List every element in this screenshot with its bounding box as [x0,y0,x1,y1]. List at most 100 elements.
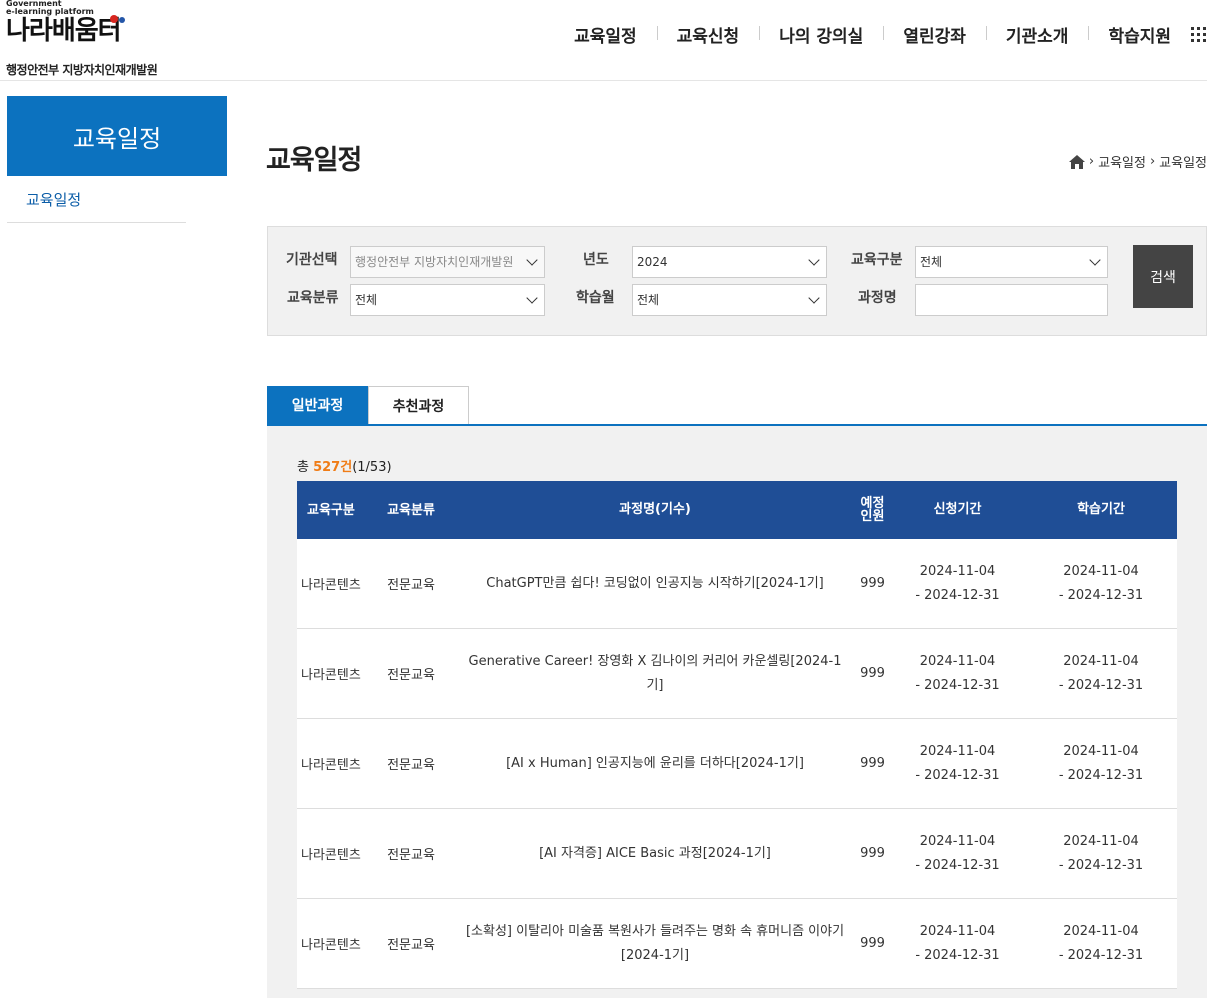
apply-end: - 2024-12-31 [915,677,1000,693]
chevron-right-icon: › [1088,154,1095,169]
page-title: 교육일정 [266,145,362,176]
cell-category: 전문교육 [387,578,435,593]
global-nav: 교육일정 교육신청 나의 강의실 열린강좌 기관소개 학습지원 [554,22,1207,47]
cell-category: 전문교육 [387,938,435,953]
edu-category-select[interactable]: 전체 [350,284,545,316]
cell-apply-period: 2024-11-04 - 2024-12-31 [890,899,1025,988]
gnb-item-about[interactable]: 기관소개 [985,22,1089,47]
table-row[interactable]: 나라콘텐츠 전문교육 [소확성] 이탈리아 미술품 복원사가 들려주는 명화 속… [297,899,1177,989]
table-row[interactable]: 나라콘텐츠 전문교육 Generative Career! 장영화 X 김나이의… [297,629,1177,719]
apply-start: 2024-11-04 [919,923,996,939]
breadcrumb-item-2[interactable]: 교육일정 [1159,152,1207,171]
col-header-course: 과정명(기수) [619,502,691,517]
gnb-item-schedule[interactable]: 교육일정 [554,22,657,47]
org-select-value: 행정안전부 지방자치인재개발원 [355,255,514,269]
cell-type: 나라콘텐츠 [301,938,361,953]
gnb-item-my-classroom[interactable]: 나의 강의실 [759,22,883,47]
tab-general-courses[interactable]: 일반과정 [267,386,368,424]
cell-study-period: 2024-11-04 - 2024-12-31 [1025,809,1177,898]
gnb-item-apply[interactable]: 교육신청 [656,22,760,47]
study-start: 2024-11-04 [1063,653,1139,669]
year-select[interactable]: 2024 [632,246,827,278]
count-total: 527건 [313,460,353,475]
apply-end: - 2024-12-31 [915,857,1000,873]
chevron-down-icon [808,292,820,304]
cell-category: 전문교육 [387,758,435,773]
edu-type-select[interactable]: 전체 [915,246,1108,278]
chevron-down-icon [1089,254,1101,266]
logo-subtitle: 행정안전부 지방자치인재개발원 [6,63,158,77]
col-header-apply-period: 신청기간 [933,502,982,517]
site-header: Government e-learning platform 나라배움터 행정안… [0,0,1207,81]
cell-course-link[interactable]: [소확성] 이탈리아 미술품 복원사가 들려주는 명화 속 휴머니즘 이야기[2… [455,899,855,988]
org-label: 기관선택 [286,252,338,268]
logo-red-dot [110,15,118,23]
study-end: - 2024-12-31 [1058,857,1144,873]
breadcrumb: › 교육일정 › 교육일정 [1068,152,1207,171]
cell-apply-period: 2024-11-04 - 2024-12-31 [890,629,1025,718]
chevron-down-icon [526,292,538,304]
cell-category: 전문교육 [387,668,435,683]
grid-menu-icon[interactable] [1191,26,1207,43]
course-table: 교육구분 교육분류 과정명(기수) 예정인원 신청기간 학습기간 나라콘텐츠 전… [297,481,1177,989]
apply-end: - 2024-12-31 [915,587,1000,603]
cell-study-period: 2024-11-04 - 2024-12-31 [1025,539,1177,628]
edu-category-label: 교육분류 [287,290,339,306]
col-header-type: 교육구분 [307,502,355,518]
site-logo[interactable]: Government e-learning platform 나라배움터 행정안… [6,0,158,78]
org-select[interactable]: 행정안전부 지방자치인재개발원 [350,246,545,278]
search-button[interactable]: 검색 [1133,245,1193,308]
sidebar-title: 교육일정 [7,96,227,176]
logo-blue-dot [119,17,125,23]
course-name-label: 과정명 [858,290,897,306]
cell-course-link[interactable]: ChatGPT만큼 쉽다! 코딩없이 인공지능 시작하기[2024-1기] [455,539,855,628]
study-start: 2024-11-04 [1063,923,1139,939]
cell-type: 나라콘텐츠 [301,848,361,863]
apply-end: - 2024-12-31 [915,767,1000,783]
gnb-item-open-lectures[interactable]: 열린강좌 [883,22,986,47]
cell-study-period: 2024-11-04 - 2024-12-31 [1025,719,1177,808]
tab-recommended-courses[interactable]: 추천과정 [368,386,469,424]
apply-start: 2024-11-04 [919,743,996,759]
study-month-select-value: 전체 [637,293,660,307]
table-row[interactable]: 나라콘텐츠 전문교육 [AI x Human] 인공지능에 윤리를 더하다[20… [297,719,1177,809]
chevron-down-icon [808,254,820,266]
logo-small-line2: e-learning platform [6,7,94,16]
cell-capacity: 999 [860,846,885,861]
table-header: 교육구분 교육분류 과정명(기수) 예정인원 신청기간 학습기간 [297,481,1177,539]
study-start: 2024-11-04 [1063,563,1139,579]
year-label: 년도 [583,252,609,268]
sidebar-item-schedule[interactable]: 교육일정 [7,180,186,223]
course-name-input[interactable] [915,284,1108,316]
cell-capacity: 999 [860,576,885,591]
study-month-select[interactable]: 전체 [632,284,827,316]
home-icon[interactable] [1068,154,1085,169]
logo-main-label: 나라배움터 [6,16,122,46]
edu-type-select-value: 전체 [920,255,943,269]
col-header-category: 교육분류 [387,502,435,518]
cell-study-period: 2024-11-04 - 2024-12-31 [1025,629,1177,718]
course-tabs: 일반과정 추천과정 [267,386,1207,426]
gnb-item-support[interactable]: 학습지원 [1088,22,1191,47]
study-end: - 2024-12-31 [1058,767,1144,783]
cell-course-link[interactable]: [AI x Human] 인공지능에 윤리를 더하다[2024-1기] [455,719,855,808]
apply-start: 2024-11-04 [919,653,996,669]
study-start: 2024-11-04 [1063,833,1139,849]
table-row[interactable]: 나라콘텐츠 전문교육 ChatGPT만큼 쉽다! 코딩없이 인공지능 시작하기[… [297,539,1177,629]
cell-apply-period: 2024-11-04 - 2024-12-31 [890,539,1025,628]
table-row[interactable]: 나라콘텐츠 전문교육 [AI 자격증] AICE Basic 과정[2024-1… [297,809,1177,899]
edu-category-select-value: 전체 [355,293,378,307]
year-select-value: 2024 [637,255,668,269]
cell-type: 나라콘텐츠 [301,668,361,683]
cell-course-link[interactable]: Generative Career! 장영화 X 김나이의 커리어 카운셀링[2… [455,629,855,718]
cell-capacity: 999 [860,666,885,681]
col-header-study-period: 학습기간 [1077,502,1125,517]
breadcrumb-item-1[interactable]: 교육일정 [1098,152,1146,171]
search-panel [267,226,1207,336]
study-end: - 2024-12-31 [1058,947,1144,963]
study-month-label: 학습월 [576,290,615,306]
cell-course-link[interactable]: [AI 자격증] AICE Basic 과정[2024-1기] [455,809,855,898]
cell-capacity: 999 [860,756,885,771]
cell-capacity: 999 [860,936,885,951]
cell-category: 전문교육 [387,848,435,863]
